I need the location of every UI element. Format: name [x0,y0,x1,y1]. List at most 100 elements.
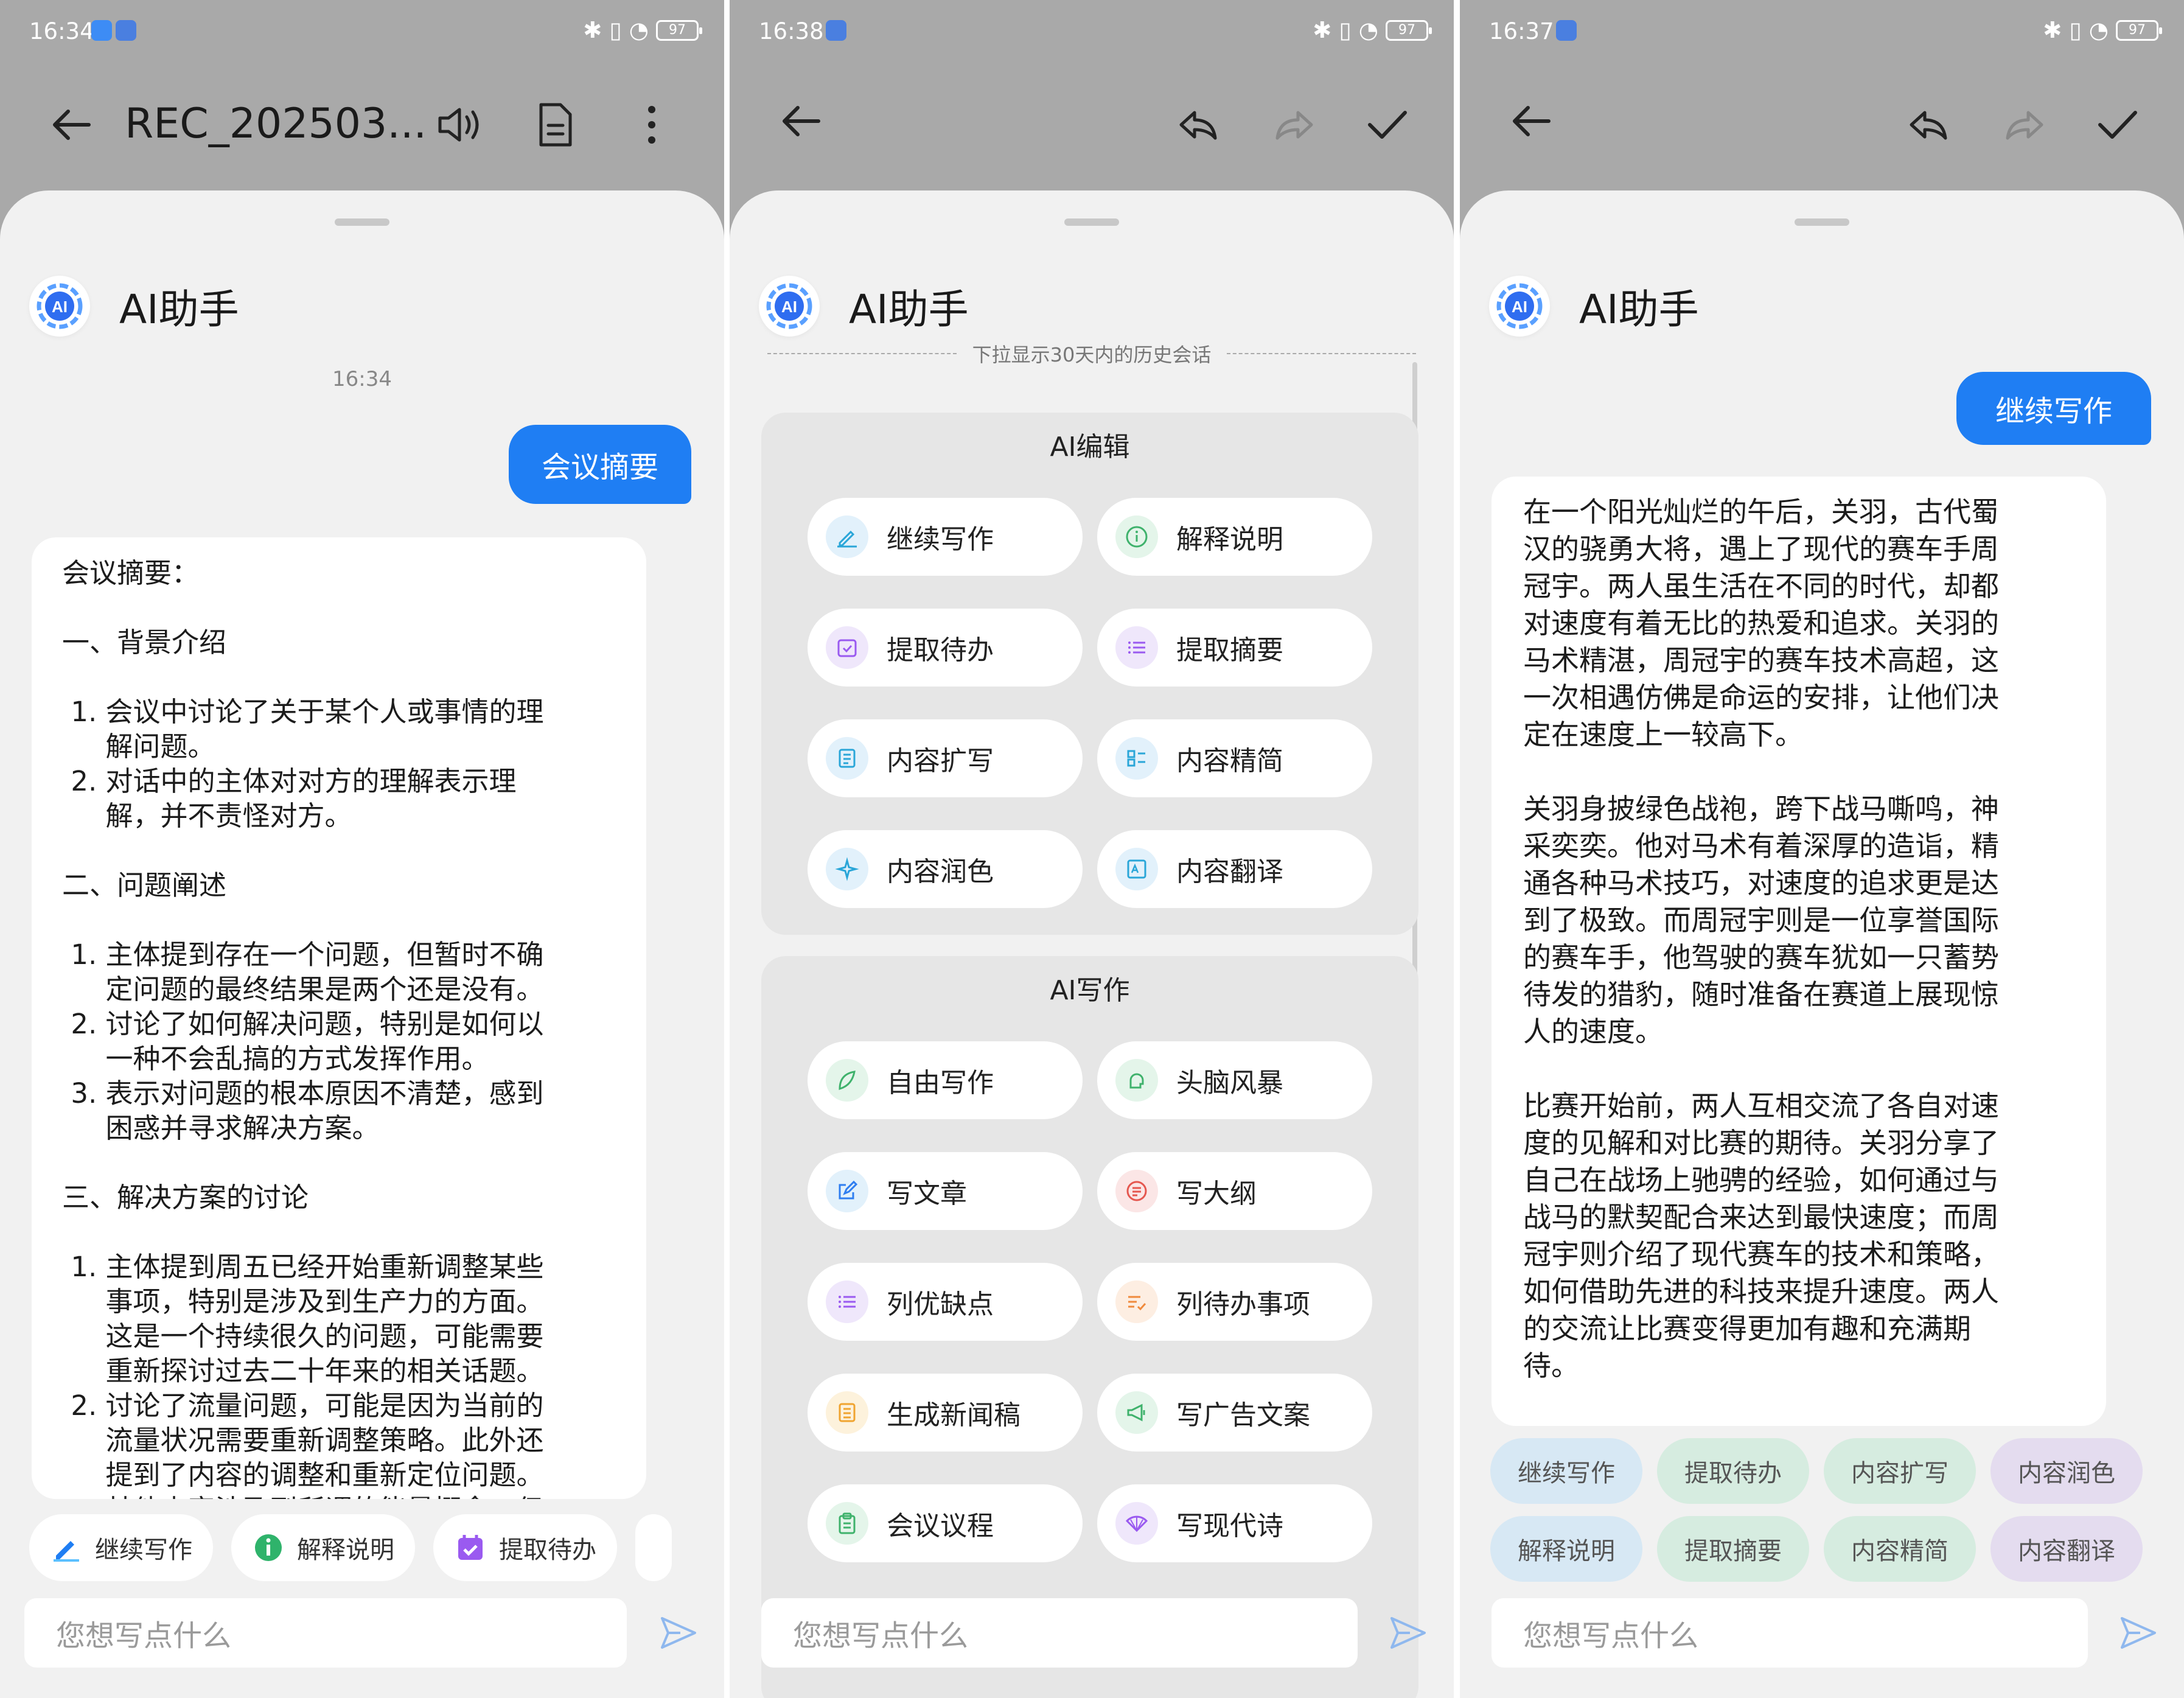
sparkle-icon [826,848,868,890]
panel-tool-picker: 16:38 ✱ ▯ ◔ 97 AI AI助手 下拉显示30天内的历史会话 AI编… [730,0,1454,1698]
status-app-icons [1556,20,1577,41]
recorder-app-icon [91,20,112,41]
status-bar: 16:34 ✱ ▯ ◔ 97 [0,0,724,61]
svg-text:AI: AI [781,298,797,316]
tool-condense[interactable]: 内容精简 [1097,719,1372,797]
chip-extract-summary[interactable]: 提取摘要 [1657,1516,1809,1582]
group-title: AI编辑 [1050,431,1130,463]
gallery-app-icon [1556,20,1577,41]
vibrate-icon: ▯ [609,17,622,43]
chip-expand[interactable]: 内容扩写 [1824,1438,1976,1504]
system-icons: ✱ ▯ ◔ 97 [1313,17,1432,43]
group-title: AI写作 [1050,975,1130,1006]
tool-polish[interactable]: 内容润色 [808,830,1083,908]
svg-text:AI: AI [1512,298,1527,316]
user-message-bubble: 会议摘要 [509,425,691,504]
message-input[interactable]: 您想写点什么 [761,1598,1358,1668]
tool-extract-summary[interactable]: 提取摘要 [1097,609,1372,687]
tool-ad-copy[interactable]: 写广告文案 [1097,1374,1372,1452]
pencil-icon [50,1531,83,1564]
tool-translate[interactable]: 内容翻译 [1097,830,1372,908]
status-app-icons [91,20,136,41]
vibrate-icon: ▯ [2069,17,2082,43]
chip-condense[interactable]: 内容精简 [1824,1516,1976,1582]
wifi-icon: ◔ [629,17,649,43]
tool-modern-poem[interactable]: 写现代诗 [1097,1484,1372,1562]
back-arrow-icon[interactable] [773,94,828,148]
expand-doc-icon [826,737,868,780]
speaker-icon[interactable] [433,97,488,152]
tool-extract-todo[interactable]: 提取待办 [808,609,1083,687]
top-bar [1460,79,2184,170]
chip-polish[interactable]: 内容润色 [1990,1438,2143,1504]
chip-continue-writing[interactable]: 继续写作 [29,1514,213,1581]
ai-title: AI助手 [119,286,239,333]
ai-assistant-sheet: AI AI助手 下拉显示30天内的历史会话 AI编辑 继续写作 解释说明 提取待… [730,190,1454,1698]
redo-icon[interactable] [1266,97,1321,152]
chip-continue-writing[interactable]: 继续写作 [1490,1438,1642,1504]
ai-assistant-sheet: AI AI助手 16:34 会议摘要 会议摘要： 一、背景介绍 1. 会议中讨论… [0,190,724,1698]
send-icon[interactable] [657,1612,699,1654]
battery-icon: 97 [1386,19,1432,41]
outline-icon [1115,1170,1158,1212]
tool-meeting-agenda[interactable]: 会议议程 [808,1484,1083,1562]
ai-title: AI助手 [849,286,969,333]
confirm-check-icon[interactable] [2090,97,2145,152]
drag-handle[interactable] [1795,218,1849,226]
tool-expand[interactable]: 内容扩写 [808,719,1083,797]
tool-todo-list[interactable]: 列待办事项 [1097,1263,1372,1341]
tool-free-writing[interactable]: 自由写作 [808,1041,1083,1119]
chip-translate[interactable]: 内容翻译 [1990,1516,2143,1582]
panel-meeting-summary: 16:34 ✱ ▯ ◔ 97 REC_202503... AI AI助手 16:… [0,0,724,1698]
undo-icon[interactable] [1902,97,1956,152]
ai-header: AI AI助手 [759,270,969,343]
gallery-app-icon [826,20,846,41]
confirm-check-icon[interactable] [1360,97,1415,152]
drag-handle[interactable] [1064,218,1119,226]
tool-pros-cons[interactable]: 列优缺点 [808,1263,1083,1341]
chip-extract-todo[interactable]: 提取待办 [433,1514,617,1581]
document-icon[interactable] [528,97,583,152]
panel-continue-writing: 16:37 ✱ ▯ ◔ 97 AI AI助手 继续写作 在一个阳光灿烂的午后，关… [1460,0,2184,1698]
drag-handle[interactable] [335,218,389,226]
send-icon[interactable] [1387,1612,1428,1654]
system-icons: ✱ ▯ ◔ 97 [583,17,702,43]
back-arrow-icon[interactable] [44,97,99,152]
undo-icon[interactable] [1171,97,1226,152]
ai-answer-card: 在一个阳光灿烂的午后，关羽，古代蜀 汉的骁勇大将，遇上了现代的赛车手周 冠宇。两… [1491,477,2106,1426]
answer-text: 会议摘要： 一、背景介绍 1. 会议中讨论了关于某个人或事情的理 解问题。 2.… [62,557,544,1499]
redo-icon[interactable] [1997,97,2051,152]
tool-press-release[interactable]: 生成新闻稿 [808,1374,1083,1452]
top-bar [730,79,1454,170]
list-icon [826,1280,868,1323]
feather-icon [826,1059,868,1102]
status-time: 16:37 [1489,18,1554,44]
megaphone-icon [1115,1391,1158,1434]
info-icon [1115,515,1158,558]
tool-continue-writing[interactable]: 继续写作 [808,498,1083,576]
status-time: 16:38 [759,18,824,44]
tool-explain[interactable]: 解释说明 [1097,498,1372,576]
calendar-check-icon [826,626,868,669]
message-input[interactable]: 您想写点什么 [1491,1598,2088,1668]
chip-extract-todo[interactable]: 提取待办 [1657,1438,1809,1504]
message-input[interactable]: 您想写点什么 [24,1598,627,1668]
group-ai-write: AI写作 自由写作 头脑风暴 写文章 写大纲 列优缺点 列待办事项 生成新闻稿 … [761,956,1418,1698]
chip-overflow[interactable] [635,1514,672,1581]
vibrate-icon: ▯ [1339,17,1352,43]
newspaper-icon [826,1391,868,1434]
ai-header: AI AI助手 [29,270,239,343]
divider [767,353,957,354]
tool-brainstorm[interactable]: 头脑风暴 [1097,1041,1372,1119]
more-icon[interactable] [624,97,679,152]
chip-explain[interactable]: 解释说明 [1490,1516,1642,1582]
history-hint: 下拉显示30天内的历史会话 [767,340,1417,368]
tool-write-article[interactable]: 写文章 [808,1152,1083,1230]
svg-text:AI: AI [52,298,68,316]
system-icons: ✱ ▯ ◔ 97 [2043,17,2162,43]
chip-explain[interactable]: 解释说明 [231,1514,415,1581]
tool-write-outline[interactable]: 写大纲 [1097,1152,1372,1230]
back-arrow-icon[interactable] [1504,94,1558,148]
ai-logo-icon: AI [29,276,90,337]
send-icon[interactable] [2117,1612,2158,1654]
